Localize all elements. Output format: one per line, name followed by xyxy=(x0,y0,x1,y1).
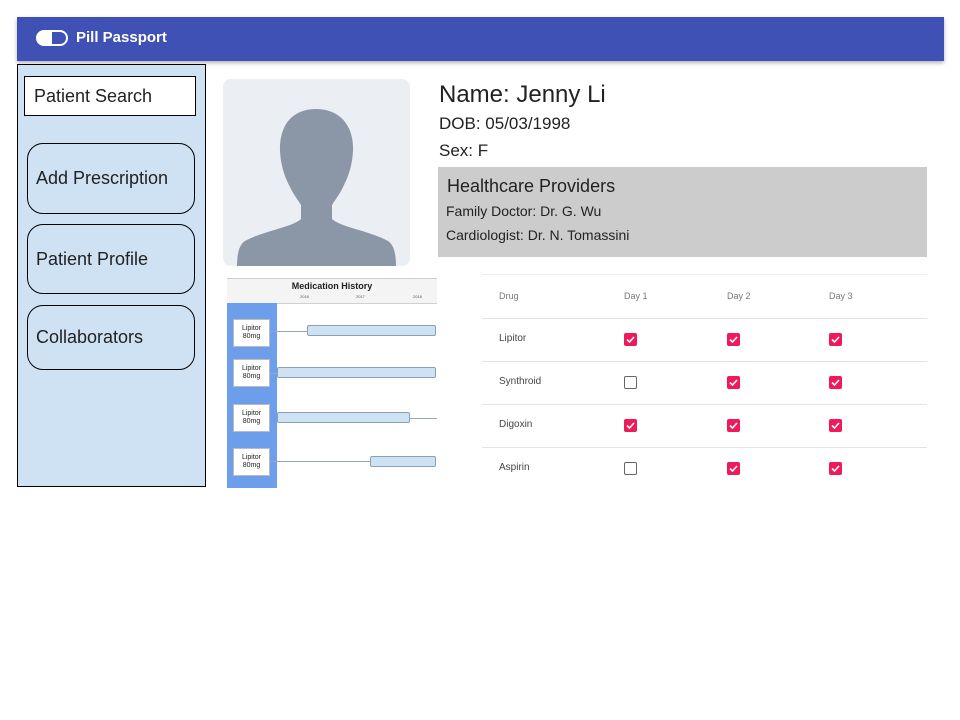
drug-name: Lipitor xyxy=(499,333,527,344)
checkmark-icon xyxy=(831,465,840,472)
patient-search-button[interactable]: Patient Search xyxy=(24,76,196,116)
day2-checkbox[interactable] xyxy=(727,333,740,346)
timeline-line xyxy=(270,331,307,332)
checkmark-icon xyxy=(626,336,635,343)
app-title: Pill Passport xyxy=(76,29,167,46)
day3-checkbox[interactable] xyxy=(829,333,842,346)
drug-column-header: Drug xyxy=(499,291,519,301)
table-row: Lipitor xyxy=(482,318,927,362)
timeline-bar[interactable] xyxy=(307,325,436,336)
table-row: Digoxin xyxy=(482,404,927,448)
family-doctor: Family Doctor: Dr. G. Wu xyxy=(446,203,602,219)
checkmark-icon xyxy=(831,422,840,429)
timeline-bar[interactable] xyxy=(277,367,436,378)
year-label: 2018 xyxy=(413,294,422,299)
patient-name: Name: Jenny Li xyxy=(439,81,606,108)
providers-title: Healthcare Providers xyxy=(447,176,616,196)
medication-history-title: Medication History xyxy=(291,281,373,291)
patient-dob: DOB: 05/03/1998 xyxy=(439,114,571,133)
timeline-line xyxy=(410,418,437,419)
cardiologist: Cardiologist: Dr. N. Tomassini xyxy=(446,227,630,243)
checkmark-icon xyxy=(626,422,635,429)
timeline-bar[interactable] xyxy=(277,412,410,423)
patient-avatar xyxy=(223,79,410,266)
sidebar: Patient Search Add Prescription Patient … xyxy=(17,64,206,487)
timeline-bar[interactable] xyxy=(370,456,436,467)
day1-checkbox[interactable] xyxy=(624,462,637,475)
day2-checkbox[interactable] xyxy=(727,376,740,389)
medication-history-chart: Medication History 2016 2017 2018 Lipito… xyxy=(227,278,437,488)
medication-history-header: Medication History 2016 2017 2018 xyxy=(227,278,437,304)
medication-label: Lipitor 80mg xyxy=(233,319,270,347)
collaborators-button[interactable]: Collaborators xyxy=(27,305,195,370)
day1-column-header: Day 1 xyxy=(624,291,648,301)
day3-checkbox[interactable] xyxy=(829,462,842,475)
year-label: 2016 xyxy=(300,294,309,299)
day3-checkbox[interactable] xyxy=(829,376,842,389)
checkmark-icon xyxy=(729,422,738,429)
patient-profile-button[interactable]: Patient Profile xyxy=(27,224,195,294)
year-label: 2017 xyxy=(356,294,365,299)
drug-name: Digoxin xyxy=(499,419,533,430)
checkmark-icon xyxy=(729,336,738,343)
table-header-row: Drug Day 1 Day 2 Day 3 xyxy=(482,275,927,319)
table-row: Synthroid xyxy=(482,361,927,405)
timeline-line xyxy=(270,461,371,462)
medication-label: Lipitor 80mg xyxy=(233,448,270,476)
healthcare-providers-panel: Healthcare Providers Family Doctor: Dr. … xyxy=(438,167,927,257)
checkmark-icon xyxy=(729,379,738,386)
medication-label: Lipitor 80mg xyxy=(233,359,270,387)
day1-checkbox[interactable] xyxy=(624,376,637,389)
app-header: Pill Passport xyxy=(17,17,944,61)
checkmark-icon xyxy=(729,465,738,472)
day1-checkbox[interactable] xyxy=(624,333,637,346)
drug-name: Aspirin xyxy=(499,462,530,473)
medication-tracker-table: Drug Day 1 Day 2 Day 3 Lipitor Synthroid D… xyxy=(482,274,927,489)
day1-checkbox[interactable] xyxy=(624,419,637,432)
medication-label: Lipitor 80mg xyxy=(233,404,270,432)
day2-checkbox[interactable] xyxy=(727,419,740,432)
patient-sex: Sex: F xyxy=(439,141,489,160)
checkmark-icon xyxy=(831,379,840,386)
table-row: Aspirin xyxy=(482,447,927,489)
add-prescription-button[interactable]: Add Prescription xyxy=(27,143,195,214)
day2-column-header: Day 2 xyxy=(727,291,751,301)
day3-checkbox[interactable] xyxy=(829,419,842,432)
drug-name: Synthroid xyxy=(499,376,542,387)
day3-column-header: Day 3 xyxy=(829,291,853,301)
pill-icon xyxy=(36,30,68,46)
day2-checkbox[interactable] xyxy=(727,462,740,475)
person-silhouette-icon xyxy=(237,109,396,266)
checkmark-icon xyxy=(831,336,840,343)
